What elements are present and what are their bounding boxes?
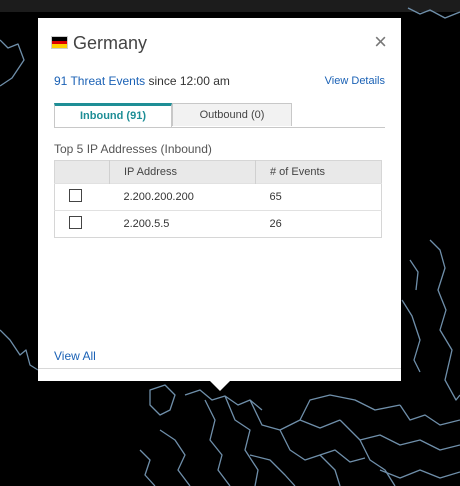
summary-suffix: since 12:00 am xyxy=(145,74,230,88)
row-checkbox[interactable] xyxy=(69,216,82,229)
threat-summary: 91 Threat Events since 12:00 am xyxy=(54,74,230,88)
ip-table: IP Address # of Events 2.200.200.200 65 … xyxy=(54,160,382,238)
section-title: Top 5 IP Addresses (Inbound) xyxy=(54,142,212,156)
threat-events-link[interactable]: 91 Threat Events xyxy=(54,74,145,88)
germany-flag-icon xyxy=(51,36,68,49)
events-count-cell: 26 xyxy=(255,210,382,238)
ip-address-cell: 2.200.200.200 xyxy=(109,183,256,211)
popup-header: Germany × xyxy=(38,18,401,68)
ip-column-header[interactable]: IP Address xyxy=(109,160,256,184)
table-row: 2.200.5.5 26 xyxy=(54,210,382,238)
row-checkbox[interactable] xyxy=(69,189,82,202)
footer-divider xyxy=(38,368,401,369)
table-row: 2.200.200.200 65 xyxy=(54,183,382,211)
ip-address-cell: 2.200.5.5 xyxy=(109,210,256,238)
tab-inbound[interactable]: Inbound (91) xyxy=(54,103,172,127)
country-title: Germany xyxy=(73,33,148,53)
close-icon[interactable]: × xyxy=(374,31,387,53)
table-header-row: IP Address # of Events xyxy=(54,160,382,184)
view-details-link[interactable]: View Details xyxy=(325,75,385,87)
events-count-cell: 65 xyxy=(255,183,382,211)
direction-tabs: Inbound (91) Outbound (0) xyxy=(54,103,385,128)
threat-popup: Germany × 91 Threat Events since 12:00 a… xyxy=(38,18,401,391)
tab-outbound[interactable]: Outbound (0) xyxy=(172,103,292,126)
view-all-link[interactable]: View All xyxy=(54,349,96,363)
events-column-header[interactable]: # of Events xyxy=(255,160,382,184)
popup-pointer xyxy=(210,381,230,391)
select-column-header xyxy=(54,160,110,184)
